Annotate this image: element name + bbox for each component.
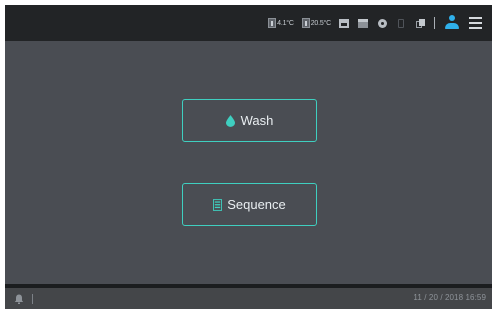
usb-icon [398,18,404,28]
copy-icon [415,18,425,28]
wash-button[interactable]: Wash [182,99,317,142]
stacker-status[interactable] [358,18,368,28]
disc-status[interactable] [377,18,387,28]
droplet-icon [225,114,235,127]
menu-icon[interactable] [469,17,482,29]
copy-status[interactable] [415,18,425,28]
status-divider [434,17,435,29]
bell-icon[interactable] [14,294,24,304]
plate-stacker-icon [358,18,368,28]
printer-status[interactable] [339,18,349,28]
bottom-status-bar: 11 / 20 / 2018 16:59 [5,288,492,309]
app-window: 4.1°C 20.5°C Wash Sequence 11 / 20 / 201… [5,5,492,309]
temperature-2-value: 20.5°C [310,19,331,27]
bottom-separator [32,294,33,304]
sequence-button[interactable]: Sequence [182,183,317,226]
status-icons: 4.1°C 20.5°C [268,5,484,41]
printer-icon [339,18,349,28]
temperature-1-value: 4.1°C [277,19,294,27]
disc-icon [377,18,387,28]
user-icon[interactable] [444,15,460,31]
temperature-1: 4.1°C [268,18,294,28]
thermometer-icon [301,18,310,28]
wash-label: Wash [240,113,274,128]
sequence-label: Sequence [227,197,286,212]
temperature-2: 20.5°C [301,18,331,28]
usb-status[interactable] [396,18,406,28]
datetime: 11 / 20 / 2018 16:59 [413,293,486,302]
sequence-icon [213,198,223,211]
thermometer-icon [268,18,277,28]
top-status-bar: 4.1°C 20.5°C [5,5,492,41]
